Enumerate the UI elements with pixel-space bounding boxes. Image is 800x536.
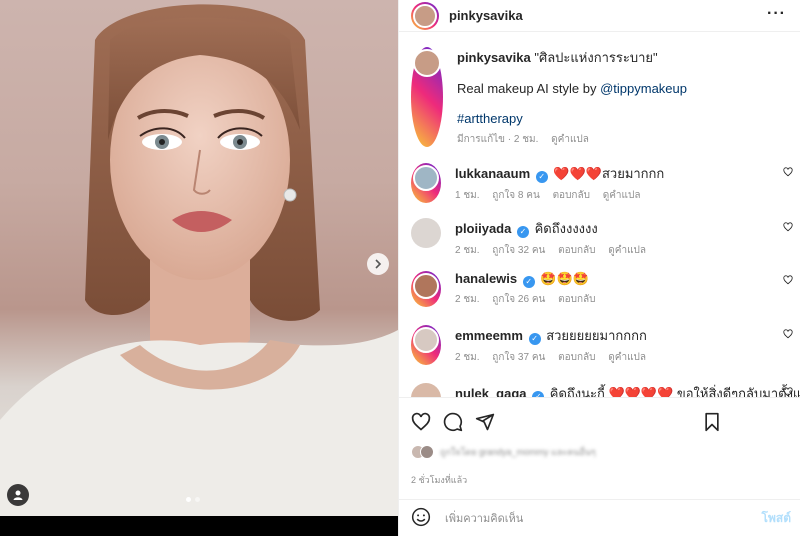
comment-time: 2 ชม. (455, 352, 480, 363)
comments-list[interactable]: pinkysavika "ศิลปะแห่งการระบาย" Real mak… (399, 33, 800, 397)
comment-text: ❤️❤️❤️สวยมากกก (553, 166, 665, 181)
see-translation-button[interactable]: ดูคำแปล (608, 245, 646, 256)
liker-avatar (420, 445, 434, 459)
portrait-illustration (0, 4, 398, 516)
see-translation-button[interactable]: ดูคำแปล (603, 190, 641, 201)
emoji-button[interactable] (411, 507, 431, 530)
verified-badge-icon: ✓ (516, 226, 529, 238)
comment-username[interactable]: hanalewis (455, 271, 517, 286)
carousel-dot (186, 497, 191, 502)
heart-outline-icon (783, 329, 793, 339)
post-panel: pinkysavika ··· pinkysavika "ศิลปะแห่งกา… (398, 0, 800, 536)
comment-item: emmeemm ✓ สวยยยยยมากกกก 2 ชม. ถูกใจ 37 ค… (399, 325, 800, 365)
tagged-users-button[interactable] (7, 484, 29, 506)
liked-by[interactable]: ถูกใจโดย grandya_mommy และคนอื่นๆ (411, 445, 596, 459)
more-options-button[interactable]: ··· (767, 5, 786, 22)
comment-time: 1 ชม. (455, 190, 480, 201)
heart-outline-icon (783, 167, 793, 177)
caption-username[interactable]: pinkysavika (457, 50, 531, 65)
caption-title: "ศิลปะแห่งการระบาย" (534, 50, 658, 65)
verified-badge-icon: ✓ (535, 171, 548, 183)
liked-by-text: ถูกใจโดย grandya_mommy และคนอื่นๆ (440, 447, 596, 457)
comment-username[interactable]: lukkanaaum (455, 166, 530, 181)
comment-input[interactable]: เพิ่มความคิดเห็น (445, 509, 762, 527)
comment-item: ploiiyada ✓ คิดถึงงงงงง 2 ชม. ถูกใจ 32 ค… (399, 218, 800, 258)
verified-badge-icon: ✓ (528, 333, 541, 345)
next-image-button[interactable] (367, 253, 389, 275)
like-comment-button[interactable] (783, 327, 793, 342)
comment-avatar[interactable] (411, 383, 441, 397)
comment-text: 🤩🤩🤩 (540, 271, 589, 286)
author-avatar[interactable] (411, 1, 439, 30)
post-comment-button[interactable]: โพสต์ (762, 509, 791, 528)
comment-avatar[interactable] (411, 218, 441, 248)
post-photo (0, 0, 398, 516)
heart-outline-icon (783, 387, 793, 397)
like-comment-button[interactable] (783, 165, 793, 180)
author-username[interactable]: pinkysavika (449, 8, 523, 23)
heart-icon (411, 412, 431, 431)
caption-edited-time: มีการแก้ไข · 2 ชม. (457, 134, 539, 145)
comment-avatar[interactable] (411, 325, 441, 365)
comment-item: lukkanaaum ✓ ❤️❤️❤️สวยมากกก 1 ชม. ถูกใจ … (399, 163, 800, 203)
save-button[interactable] (703, 412, 721, 432)
comment-item: nulek_gaga ✓ คิดถึงนะกี้ ❤️❤️❤️❤️ ขอให้ส… (399, 383, 800, 397)
comment-avatar[interactable] (411, 271, 441, 307)
user-icon (13, 490, 23, 500)
reply-button[interactable]: ตอบกลับ (553, 190, 590, 201)
mention-link[interactable]: @tippymakeup (600, 81, 687, 96)
post-media[interactable] (0, 0, 398, 536)
comment-username[interactable]: emmeemm (455, 328, 523, 343)
comment-likes[interactable]: ถูกใจ 32 คน (492, 245, 545, 256)
more-horizontal-icon: ··· (767, 5, 786, 22)
see-translation-button[interactable]: ดูคำแปล (608, 352, 646, 363)
reply-button[interactable]: ตอบกลับ (558, 294, 595, 305)
comment-text: คิดถึงงงงงง (534, 221, 598, 236)
carousel-dot (195, 497, 200, 502)
emoji-icon (411, 507, 431, 526)
comment-likes[interactable]: ถูกใจ 37 คน (492, 352, 545, 363)
comment-avatar[interactable] (411, 163, 441, 203)
carousel-indicator (186, 497, 200, 502)
comment-time: 2 ชม. (455, 245, 480, 256)
reply-button[interactable]: ตอบกลับ (558, 352, 595, 363)
caption-avatar[interactable] (411, 47, 443, 147)
comment-likes[interactable]: ถูกใจ 26 คน (492, 294, 545, 305)
hashtag-link[interactable]: #arttherapy (457, 111, 523, 126)
like-comment-button[interactable] (783, 385, 793, 397)
post-actions: ถูกใจโดย grandya_mommy และคนอื่นๆ 2 ชั่ว… (399, 397, 800, 507)
comment-button[interactable] (443, 412, 463, 432)
comment-item: hanalewis ✓ 🤩🤩🤩 2 ชม. ถูกใจ 26 คน ตอบกลั… (399, 271, 800, 307)
comment-likes[interactable]: ถูกใจ 8 คน (492, 190, 540, 201)
see-translation-button[interactable]: ดูคำแปล (551, 134, 589, 145)
post-time: 2 ชั่วโมงที่แล้ว (411, 475, 468, 485)
reply-button[interactable]: ตอบกลับ (558, 245, 595, 256)
comment-text: คิดถึงนะกี้ ❤️❤️❤️❤️ ขอให้สิ่งดีๆกลับมาต… (549, 386, 800, 397)
like-comment-button[interactable] (783, 273, 793, 288)
heart-outline-icon (783, 222, 793, 232)
comment-username[interactable]: ploiiyada (455, 221, 511, 236)
comment-bubble-icon (443, 412, 463, 432)
share-button[interactable] (475, 412, 495, 432)
post-caption: pinkysavika "ศิลปะแห่งการระบาย" Real mak… (399, 33, 800, 147)
comment-username[interactable]: nulek_gaga (455, 386, 527, 397)
paper-plane-icon (475, 413, 495, 431)
like-button[interactable] (411, 412, 431, 432)
like-comment-button[interactable] (783, 220, 793, 235)
verified-badge-icon: ✓ (522, 276, 535, 288)
bookmark-icon (705, 412, 719, 432)
post-header: pinkysavika ··· (399, 0, 800, 32)
heart-outline-icon (783, 275, 793, 285)
comment-time: 2 ชม. (455, 294, 480, 305)
caption-text: Real makeup AI style by (457, 81, 601, 96)
comment-text: สวยยยยยมากกกก (546, 328, 647, 343)
add-comment-bar: เพิ่มความคิดเห็น โพสต์ (399, 499, 800, 536)
chevron-right-icon (375, 259, 382, 269)
